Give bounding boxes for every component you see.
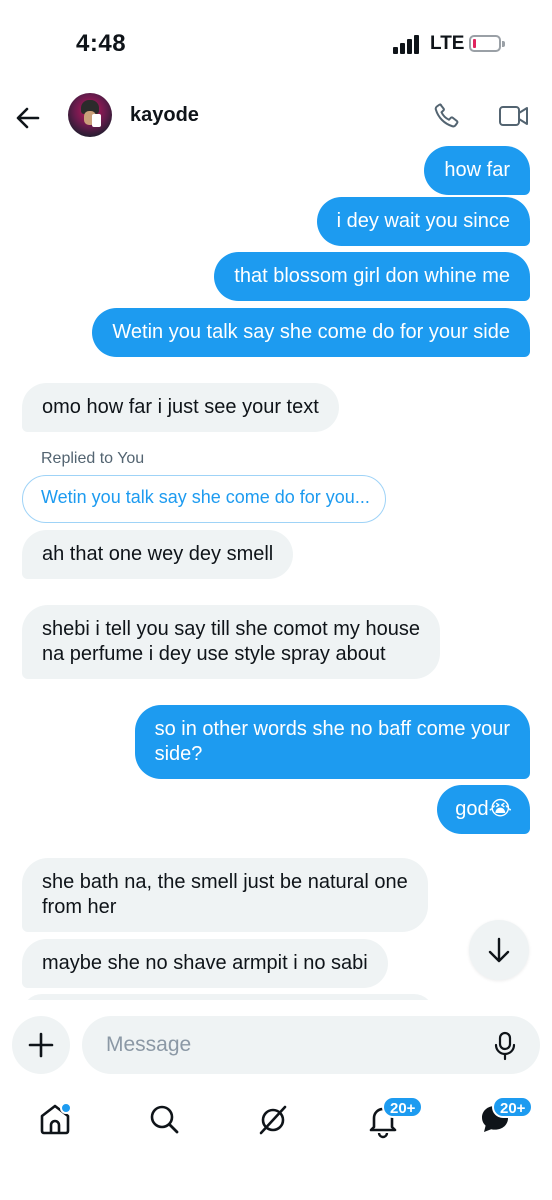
back-button[interactable] [12,102,44,134]
message-line: na perfume i dey use style spray about [42,643,386,665]
message-line: so in other words she no baff come your [154,718,510,740]
message-line: side? [154,743,203,765]
avatar[interactable] [68,93,112,137]
message-line: from her [42,896,117,918]
message-out[interactable]: Wetin you talk say she come do for your … [92,308,530,357]
voice-message-button[interactable] [490,1030,520,1062]
message-in[interactable]: shebi i tell you say till she comot my h… [22,605,440,679]
reply-label: Replied to You [41,450,145,467]
nav-home[interactable] [32,1096,78,1142]
message-input[interactable] [82,1016,540,1074]
plus-icon [28,1032,54,1058]
scroll-to-bottom-button[interactable] [469,920,529,980]
video-call-button[interactable] [498,102,530,130]
message-out[interactable]: that blossom girl don whine me [214,252,530,301]
call-button[interactable] [432,100,462,130]
message-in[interactable]: omo how far i just see your text [22,383,339,432]
message-in[interactable]: ah that one wey dey smell [22,530,294,579]
crying-emoji-icon: 😭 [488,798,512,820]
contact-name[interactable]: kayode [130,104,199,127]
message-out[interactable]: how far [424,146,530,195]
message-list[interactable]: how far i dey wait you since that blosso… [0,142,552,1000]
message-line: shebi i tell you say till she comot my h… [42,618,420,640]
message-in-partial[interactable] [22,994,434,1000]
message-in[interactable]: maybe she no shave armpit i no sabi [22,939,388,988]
message-in[interactable]: she bath na, the smell just be natural o… [22,858,428,932]
message-line: she bath na, the smell just be natural o… [42,871,408,893]
reply-quote[interactable]: Wetin you talk say she come do for you..… [22,475,386,523]
message-out[interactable]: so in other words she no baff come your … [134,705,530,779]
chat-header: kayode [0,90,552,142]
nav-search[interactable] [141,1096,187,1142]
search-icon [150,1105,179,1134]
grok-icon [259,1105,287,1135]
composer [0,1012,552,1078]
arrow-left-icon [16,107,40,129]
signal-icon [393,34,421,54]
network-label: LTE [430,33,465,54]
phone-icon [434,103,459,128]
message-text: god [455,798,489,820]
video-camera-icon [499,106,528,126]
unread-dot [60,1102,72,1114]
add-attachment-button[interactable] [12,1016,70,1074]
battery-icon [469,35,505,52]
microphone-icon [494,1031,516,1061]
status-time: 4:48 [76,30,127,57]
status-bar: 4:48 LTE [0,0,552,90]
nav-grok[interactable] [250,1096,296,1142]
arrow-down-icon [488,937,510,963]
home-icon [40,1104,70,1135]
messages-badge: 20+ [492,1096,534,1118]
notifications-badge: 20+ [382,1096,424,1118]
message-out[interactable]: god😭 [437,785,530,834]
bottom-nav: 20+ 20+ [0,1086,552,1166]
message-out[interactable]: i dey wait you since [316,197,530,246]
